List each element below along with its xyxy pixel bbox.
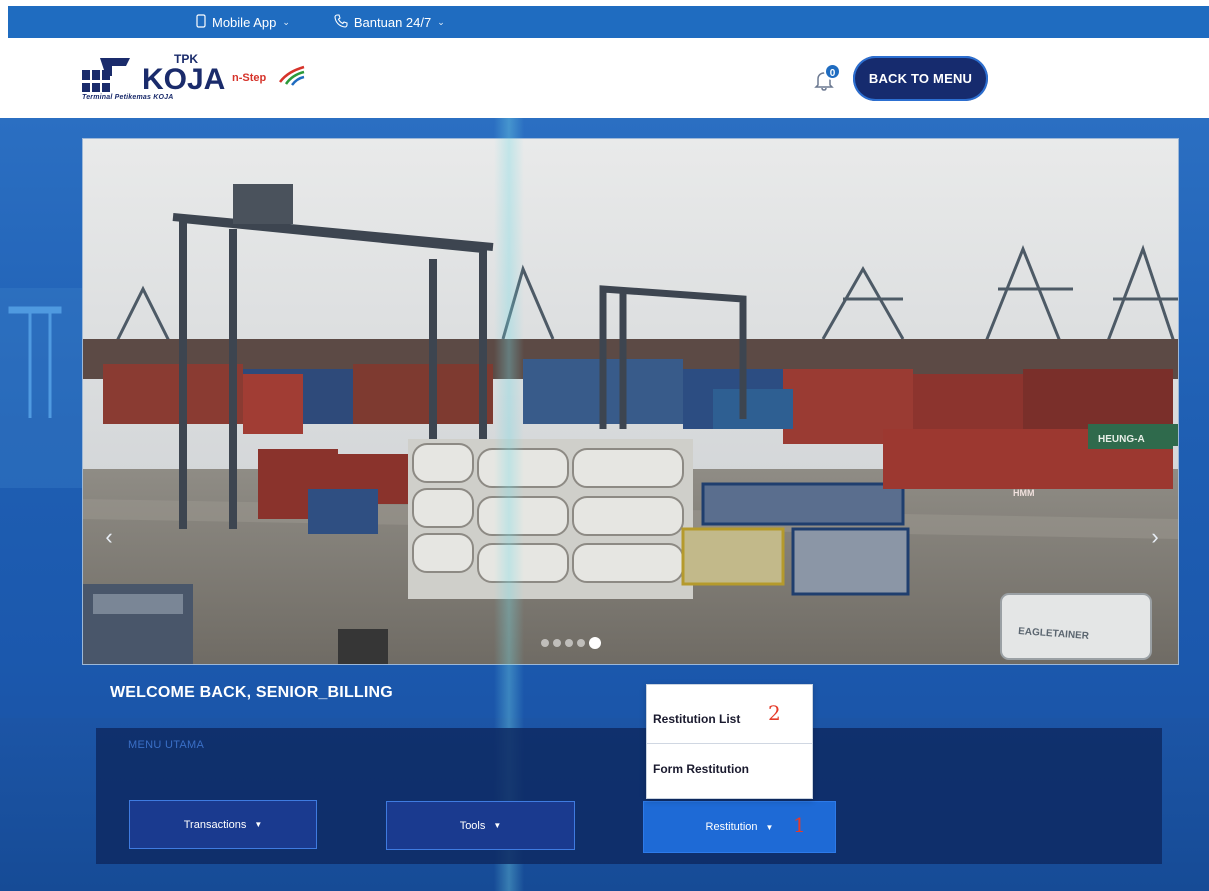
background-crane-left: [0, 288, 82, 488]
koja-logo-mark-icon: [82, 58, 130, 92]
nstep-swoosh-icon: [279, 65, 305, 86]
container-terminal-photo: HEUNG-A HMM EAGLETAINER: [83, 139, 1178, 664]
chevron-down-icon: ⌄: [282, 16, 290, 27]
caret-down-icon: ▼: [254, 820, 263, 829]
container-label-heung-a: HEUNG-A: [1098, 434, 1145, 445]
logo-subtitle: Terminal Petikemas KOJA: [82, 94, 174, 101]
carousel-dot[interactable]: [577, 639, 585, 647]
dropdown-item-restitution-list[interactable]: Restitution List: [647, 694, 812, 744]
carousel-dot[interactable]: [565, 639, 573, 647]
tools-button[interactable]: Tools ▼: [386, 801, 575, 850]
transactions-button[interactable]: Transactions ▼: [129, 800, 317, 849]
koja-logo[interactable]: TPK KOJA n-Step Terminal Petikemas KOJA: [82, 50, 312, 108]
support-label: Bantuan 24/7: [353, 14, 432, 30]
hero-carousel[interactable]: HEUNG-A HMM EAGLETAINER ‹ ›: [82, 138, 1179, 665]
container-label-hmm: HMM: [1013, 488, 1035, 498]
annotation-step-1: 1: [793, 813, 806, 837]
tools-label: Tools: [459, 819, 486, 832]
welcome-message: WELCOME BACK, SENIOR_BILLING: [110, 684, 393, 701]
annotation-step-2: 2: [768, 701, 781, 725]
site-header: TPK KOJA n-Step Terminal Petikemas KOJA …: [0, 38, 1209, 118]
caret-down-icon: ▼: [493, 821, 502, 830]
caret-down-icon: ▼: [765, 822, 774, 832]
carousel-prev-arrow[interactable]: ‹: [97, 524, 121, 554]
carousel-dot[interactable]: [541, 639, 549, 647]
logo-koja-text: KOJA: [142, 63, 226, 96]
top-utility-bar: Mobile App ⌄ Bantuan 24/7 ⌄: [8, 6, 1209, 38]
carousel-indicators: [541, 637, 601, 649]
logo-nstep-text: n-Step: [232, 72, 267, 84]
dropdown-item-form-restitution[interactable]: Form Restitution: [647, 743, 812, 793]
restitution-button[interactable]: Restitution ▼: [643, 801, 836, 853]
transactions-label: Transactions: [183, 818, 247, 831]
mobile-app-label: Mobile App: [212, 14, 277, 30]
chevron-down-icon: ⌄: [437, 16, 445, 27]
carousel-dot-active[interactable]: [589, 637, 601, 649]
mobile-phone-icon: [196, 13, 206, 31]
restitution-label: Restitution: [705, 821, 758, 833]
phone-icon: [334, 13, 348, 31]
restitution-dropdown-menu: Restitution List Form Restitution: [646, 684, 813, 799]
carousel-dot[interactable]: [553, 639, 561, 647]
notification-count-badge: 0: [824, 63, 841, 80]
menu-title: MENU UTAMA: [128, 739, 205, 751]
mobile-app-link[interactable]: Mobile App ⌄: [196, 13, 290, 31]
back-to-menu-button[interactable]: BACK TO MENU: [853, 56, 988, 101]
support-link[interactable]: Bantuan 24/7 ⌄: [334, 13, 445, 31]
carousel-next-arrow[interactable]: ›: [1143, 524, 1167, 554]
